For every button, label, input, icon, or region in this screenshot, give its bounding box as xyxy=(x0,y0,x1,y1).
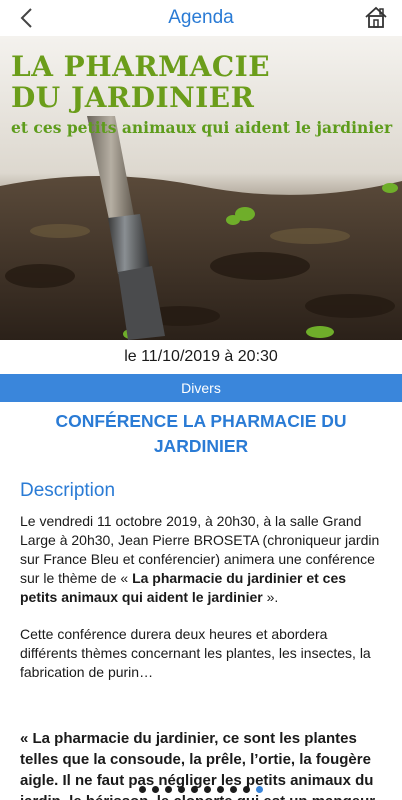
page-dot[interactable] xyxy=(178,786,185,793)
home-button[interactable] xyxy=(364,5,388,29)
description-text: Le vendredi 11 octobre 2019, à 20h30, à … xyxy=(20,512,382,607)
page-dot[interactable] xyxy=(243,786,250,793)
hero-title-line1: LA PHARMACIE xyxy=(11,50,271,83)
page-indicator xyxy=(0,786,402,793)
page-dot[interactable] xyxy=(217,786,224,793)
page-dot[interactable] xyxy=(152,786,159,793)
back-button[interactable] xyxy=(14,6,38,30)
category-bar: Divers xyxy=(0,374,402,402)
page-dot[interactable] xyxy=(139,786,146,793)
event-image: LA PHARMACIE DU JARDINIER et ces petits … xyxy=(0,36,402,340)
page-dot[interactable] xyxy=(230,786,237,793)
description-paragraph-2: Cette conférence durera deux heures et a… xyxy=(20,626,371,680)
description-text-part2: ». xyxy=(262,589,279,605)
event-title: CONFÉRENCE LA PHARMACIE DU JARDINIER xyxy=(55,411,347,456)
chevron-left-icon xyxy=(20,8,32,28)
page-dot[interactable] xyxy=(165,786,172,793)
page-title: Agenda xyxy=(168,7,234,28)
page-dot[interactable] xyxy=(204,786,211,793)
hero-title-line2: DU JARDINIER xyxy=(11,81,255,114)
home-icon xyxy=(365,6,387,28)
page-dot[interactable] xyxy=(191,786,198,793)
hero-subtitle: et ces petits animaux qui aident le jard… xyxy=(11,118,393,137)
top-bar: Agenda xyxy=(0,0,402,36)
description-heading: Description xyxy=(20,480,116,501)
page-dot[interactable] xyxy=(256,786,263,793)
event-date: le 11/10/2019 à 20:30 xyxy=(124,348,278,365)
